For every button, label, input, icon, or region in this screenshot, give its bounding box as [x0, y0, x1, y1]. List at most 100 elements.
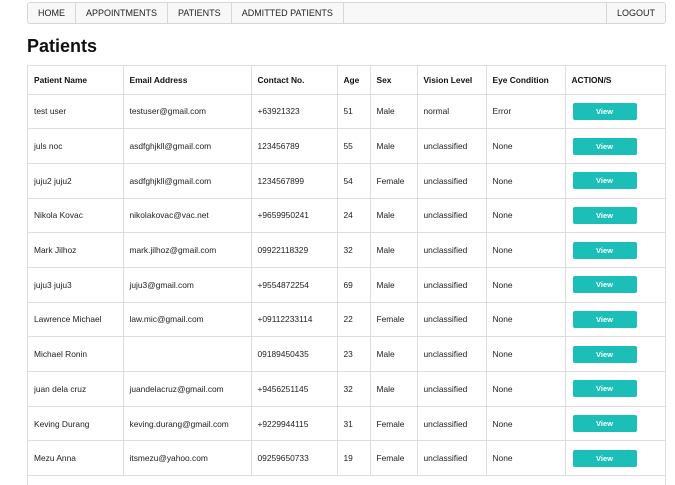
table-row: Nikola Kovac nikolakovac@vac.net +96599502… [28, 198, 665, 234]
cell-eye-condition: None [486, 267, 566, 303]
cell-age: 54 [337, 163, 371, 199]
view-button[interactable]: View [572, 345, 637, 363]
cell-patient-name: juls noc [28, 128, 124, 164]
cell-actions: View [565, 198, 665, 234]
table-row: juan dela cruz juandelacruz@gmail.com +945… [28, 371, 665, 407]
header-actions: ACTION/S [565, 66, 665, 95]
cell-actions: View [565, 336, 665, 372]
table-row: Lawrence Michael law.mic@gmail.com +091122… [28, 302, 665, 338]
cell-email: testuser@gmail.com [123, 94, 252, 130]
cell-sex: Male [370, 232, 418, 268]
view-button[interactable]: View [572, 276, 637, 294]
cell-email: juandelacruz@gmail.com [123, 371, 252, 407]
cell-vision-level: normal [417, 94, 487, 130]
header-email: Email Address [123, 66, 252, 95]
cell-sex: Female [370, 302, 418, 338]
cell-vision-level: unclassified [417, 267, 487, 303]
cell-email: keving.durang@gmail.com [123, 406, 252, 442]
view-button[interactable]: View [572, 206, 637, 224]
nav-patients[interactable]: PATIENTS [168, 3, 232, 23]
cell-sex: Male [370, 336, 418, 372]
cell-eye-condition: None [486, 198, 566, 234]
top-navbar: HOME APPOINTMENTS PATIENTS ADMITTED PATI… [27, 2, 666, 24]
page-title: Patients [27, 36, 98, 56]
cell-sex: Male [370, 94, 418, 130]
header-sex: Sex [370, 66, 418, 95]
cell-sex: Male [370, 198, 418, 234]
cell-email [123, 336, 252, 372]
cell-sex: Male [370, 128, 418, 164]
cell-contact: 09259650733 [251, 440, 338, 477]
table-row: Mark Jilhoz mark.jilhoz@gmail.com 09922118… [28, 232, 665, 268]
view-button[interactable]: View [572, 172, 637, 190]
table-row: juls noc asdfghjkll@gmail.com 123456789 55 M… [28, 128, 665, 164]
cell-contact: +09112233114 [251, 302, 338, 338]
cell-sex: Female [370, 406, 418, 442]
header-patient-name: Patient Name [28, 66, 124, 95]
cell-age: 69 [337, 267, 371, 303]
view-button[interactable]: View [572, 310, 637, 328]
table-row: juju3 juju3 juju3@gmail.com +9554872254 69 M… [28, 267, 665, 303]
cell-patient-name: Nikola Kovac [28, 198, 124, 234]
view-button[interactable]: View [572, 380, 637, 398]
view-button[interactable]: View [572, 102, 637, 120]
cell-contact: +9554872254 [251, 267, 338, 303]
cell-contact: 09189450435 [251, 336, 338, 372]
header-vision-level: Vision Level [417, 66, 487, 95]
nav-home[interactable]: HOME [28, 3, 76, 23]
cell-sex: Female [370, 163, 418, 199]
cell-sex: Female [370, 440, 418, 477]
cell-eye-condition: None [486, 336, 566, 372]
cell-sex: Male [370, 371, 418, 407]
cell-age: 22 [337, 302, 371, 338]
view-button[interactable]: View [572, 137, 637, 155]
nav-appointments[interactable]: APPOINTMENTS [76, 3, 169, 23]
cell-age: 24 [337, 198, 371, 234]
cell-contact: 123456789 [251, 128, 338, 164]
cell-patient-name: Michael Ronin [28, 336, 124, 372]
cell-vision-level: unclassified [417, 163, 487, 199]
table-body: test user testuser@gmail.com +63921323 51 Ma… [28, 94, 665, 477]
cell-eye-condition: None [486, 371, 566, 407]
cell-vision-level: unclassified [417, 406, 487, 442]
cell-contact: +9659950241 [251, 198, 338, 234]
cell-contact: 1234567899 [251, 163, 338, 199]
view-button[interactable]: View [572, 449, 637, 467]
cell-actions: View [565, 128, 665, 164]
cell-age: 23 [337, 336, 371, 372]
nav-admitted-patients[interactable]: ADMITTED PATIENTS [232, 3, 344, 23]
cell-vision-level: unclassified [417, 336, 487, 372]
cell-contact: +9229944115 [251, 406, 338, 442]
cell-actions: View [565, 371, 665, 407]
table-row: juju2 juju2 asdfghjkll@gmail.com 123456789… [28, 163, 665, 199]
cell-sex: Male [370, 267, 418, 303]
header-contact: Contact No. [251, 66, 338, 95]
cell-actions: View [565, 302, 665, 338]
view-button[interactable]: View [572, 241, 637, 259]
table-row: Michael Ronin 09189450435 23 Male unclassifi… [28, 336, 665, 372]
cell-vision-level: unclassified [417, 128, 487, 164]
cell-actions: View [565, 232, 665, 268]
patients-table: Patient Name Email Address Contact No. A… [28, 66, 665, 477]
table-row: test user testuser@gmail.com +63921323 51 Ma… [28, 94, 665, 130]
cell-age: 55 [337, 128, 371, 164]
cell-email: law.mic@gmail.com [123, 302, 252, 338]
cell-eye-condition: None [486, 163, 566, 199]
cell-email: mark.jilhoz@gmail.com [123, 232, 252, 268]
cell-email: nikolakovac@vac.net [123, 198, 252, 234]
cell-eye-condition: None [486, 440, 566, 477]
cell-contact: +9456251145 [251, 371, 338, 407]
cell-eye-condition: None [486, 128, 566, 164]
cell-patient-name: juju2 juju2 [28, 163, 124, 199]
nav-logout[interactable]: LOGOUT [605, 3, 665, 23]
cell-patient-name: Mark Jilhoz [28, 232, 124, 268]
cell-patient-name: juju3 juju3 [28, 267, 124, 303]
cell-vision-level: unclassified [417, 198, 487, 234]
view-button[interactable]: View [572, 415, 637, 433]
cell-patient-name: test user [28, 94, 124, 130]
cell-actions: View [565, 94, 665, 130]
cell-patient-name: Keving Durang [28, 406, 124, 442]
cell-age: 32 [337, 371, 371, 407]
header-age: Age [337, 66, 371, 95]
